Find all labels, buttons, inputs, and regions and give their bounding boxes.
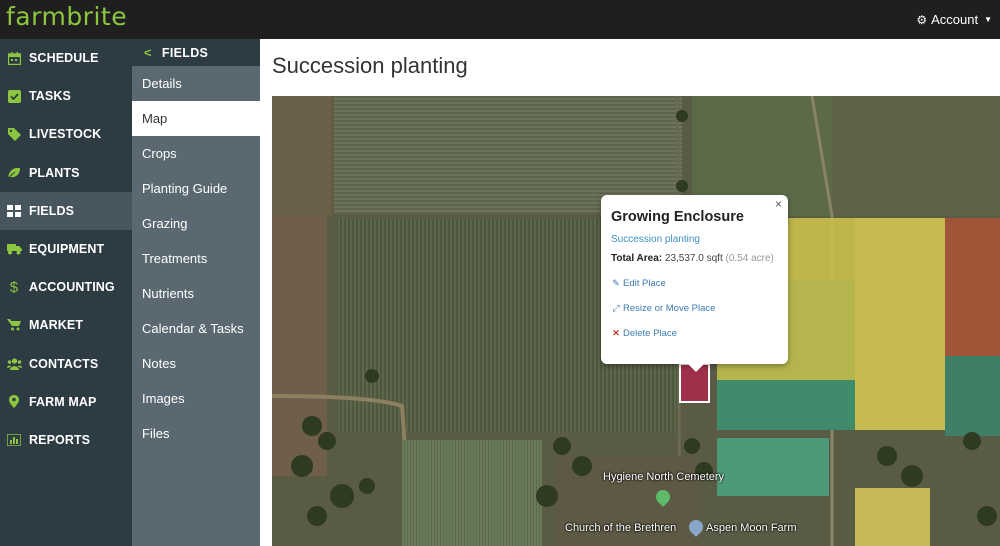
nav-label: LIVESTOCK <box>29 127 102 142</box>
nav-item-plants[interactable]: PLANTS <box>0 154 132 192</box>
account-label: Account <box>931 12 979 27</box>
place-popup: × Growing Enclosure Succession planting … <box>601 195 788 372</box>
main-sidebar: SCHEDULE TASKS LIVESTOCK PLANTS FIELDS E… <box>0 39 132 546</box>
popup-title: Growing Enclosure <box>611 209 744 225</box>
dollar-icon: $ <box>9 278 19 296</box>
calendar-icon <box>6 50 22 66</box>
pencil-icon: ✎ <box>612 278 620 288</box>
leaf-icon <box>6 165 22 181</box>
chevron-left-icon: < <box>144 45 152 60</box>
nav-item-tasks[interactable]: TASKS <box>0 77 132 115</box>
subnav-item-calendar-tasks[interactable]: Calendar & Tasks <box>132 311 260 346</box>
nav-label: ACCOUNTING <box>29 280 115 295</box>
map-label-cemetery: Hygiene North Cemetery <box>603 471 725 483</box>
nav-item-fields[interactable]: FIELDS <box>0 191 132 230</box>
truck-icon <box>6 241 22 257</box>
nav-item-livestock[interactable]: LIVESTOCK <box>0 115 132 153</box>
resize-place-label: Resize or Move Place <box>623 303 716 314</box>
fields-subnav: < FIELDS Details Map Crops Planting Guid… <box>132 39 260 546</box>
resize-move-place-link[interactable]: ⤢ Resize or Move Place <box>611 303 778 314</box>
subnav-item-grazing[interactable]: Grazing <box>132 206 260 241</box>
subnav-item-notes[interactable]: Notes <box>132 346 260 381</box>
nav-label: REPORTS <box>29 432 91 447</box>
popup-subtitle-link[interactable]: Succession planting <box>611 234 778 245</box>
nav-item-market[interactable]: MARKET <box>0 306 132 344</box>
subnav-item-planting-guide[interactable]: Planting Guide <box>132 171 260 206</box>
popup-total-area: Total Area: 23,537.0 sqft (0.54 acre) <box>611 253 778 264</box>
nav-item-equipment[interactable]: EQUIPMENT <box>0 230 132 268</box>
edit-place-link[interactable]: ✎ Edit Place <box>611 278 778 289</box>
nav-label: TASKS <box>29 89 71 104</box>
top-bar: farmbrite ⚙ Account ▼ <box>0 0 1000 39</box>
subnav-item-images[interactable]: Images <box>132 381 260 416</box>
map-label-church: Church of the Brethren <box>565 522 677 534</box>
account-menu[interactable]: ⚙ Account ▼ <box>916 12 992 27</box>
subnav-item-crops[interactable]: Crops <box>132 136 260 171</box>
nav-label: EQUIPMENT <box>29 242 105 257</box>
nav-item-schedule[interactable]: SCHEDULE <box>0 39 132 77</box>
nav-label: FIELDS <box>29 203 75 218</box>
resize-icon: ⤢ <box>612 303 620 313</box>
nav-label: CONTACTS <box>29 356 99 371</box>
nav-label: MARKET <box>29 318 84 333</box>
subnav-back-header[interactable]: < FIELDS <box>132 39 260 66</box>
cart-icon <box>6 317 22 333</box>
subnav-item-nutrients[interactable]: Nutrients <box>132 276 260 311</box>
subnav-title: FIELDS <box>161 45 209 60</box>
nav-label: FARM MAP <box>29 394 97 409</box>
delete-place-link[interactable]: ✕ Delete Place <box>611 328 778 339</box>
map-marker-icon <box>6 394 22 410</box>
bar-chart-icon <box>6 432 22 448</box>
area-label: Total Area: <box>611 253 663 264</box>
area-acres: (0.54 acre) <box>725 253 774 264</box>
subnav-item-details[interactable]: Details <box>132 66 260 101</box>
subnav-item-files[interactable]: Files <box>132 416 260 451</box>
nav-label: SCHEDULE <box>29 51 99 66</box>
nav-item-reports[interactable]: REPORTS <box>0 421 132 459</box>
popup-pointer <box>688 364 704 372</box>
subnav-item-map[interactable]: Map <box>132 101 260 136</box>
nav-item-contacts[interactable]: CONTACTS <box>0 345 132 383</box>
delete-icon: ✕ <box>612 328 620 338</box>
tag-icon <box>6 126 22 142</box>
edit-place-label: Edit Place <box>623 278 666 289</box>
users-icon <box>6 356 22 372</box>
nav-label: PLANTS <box>29 165 80 180</box>
gear-icon: ⚙ <box>916 12 928 27</box>
page-title: Succession planting <box>272 53 468 78</box>
caret-down-icon: ▼ <box>984 15 992 24</box>
area-value: 23,537.0 sqft <box>664 253 723 264</box>
subnav-item-treatments[interactable]: Treatments <box>132 241 260 276</box>
farmbrite-logo[interactable]: farmbrite <box>6 2 127 31</box>
nav-item-farm-map[interactable]: FARM MAP <box>0 383 132 421</box>
checkbox-icon <box>6 88 22 104</box>
close-icon[interactable]: × <box>775 197 782 211</box>
delete-place-label: Delete Place <box>623 328 677 339</box>
map-label-farm: Aspen Moon Farm <box>706 522 797 534</box>
grid-icon <box>6 203 22 219</box>
nav-item-accounting[interactable]: $ ACCOUNTING <box>0 268 132 306</box>
